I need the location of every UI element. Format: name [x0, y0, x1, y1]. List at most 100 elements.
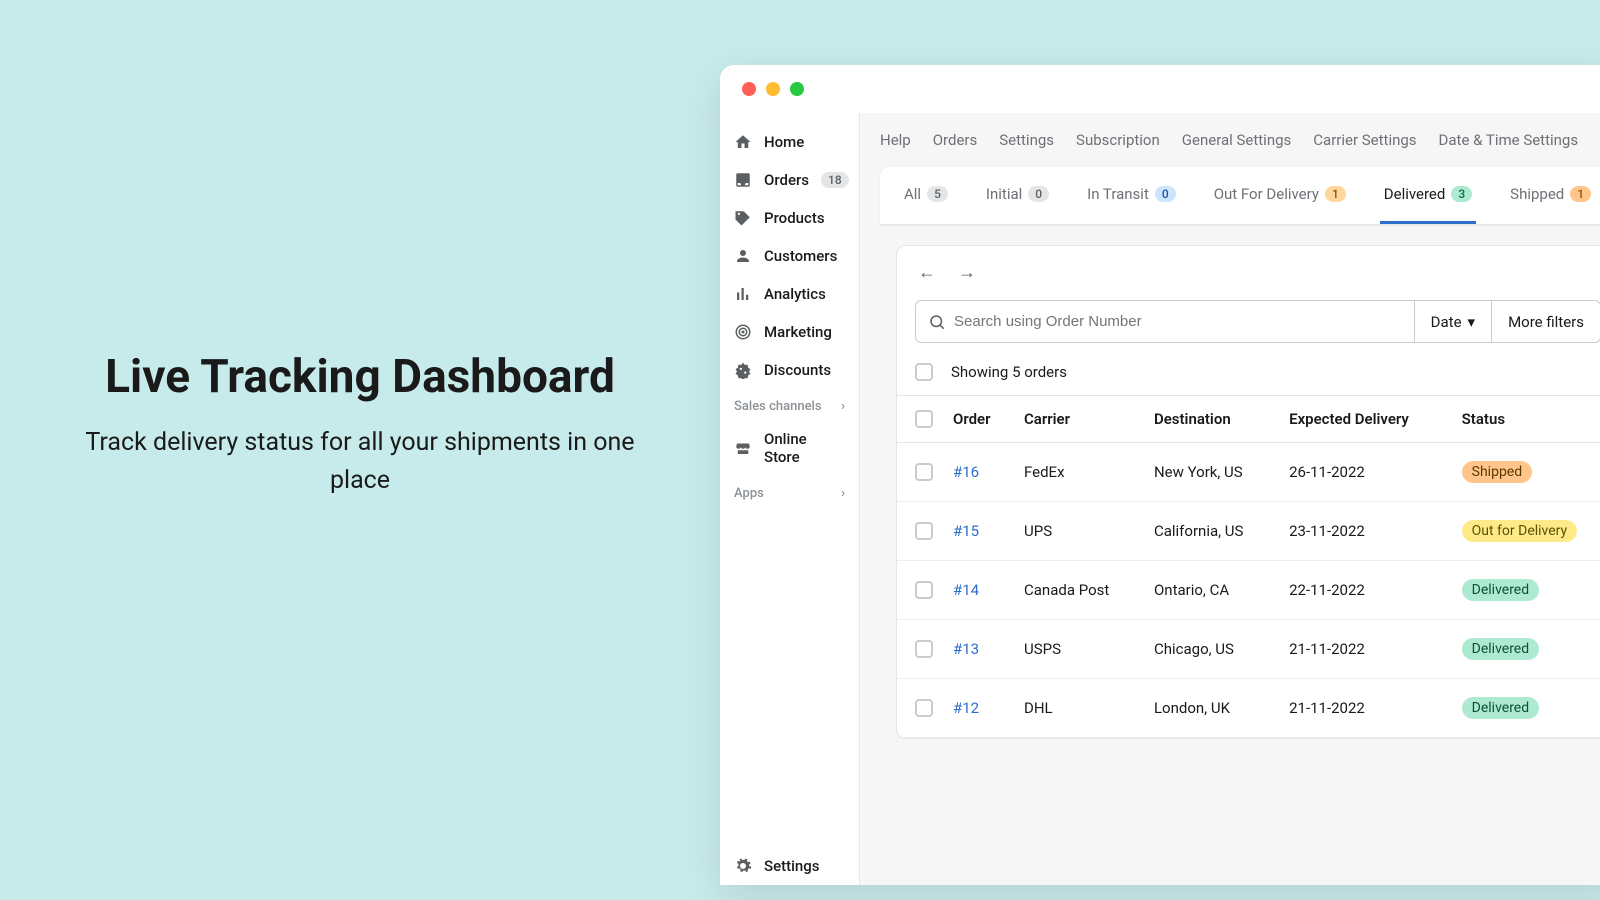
more-filters-button[interactable]: More filters: [1491, 301, 1600, 342]
table-row: #15UPSCalifornia, US23-11-2022Out for De…: [897, 502, 1600, 561]
tab-all[interactable]: All5: [900, 167, 952, 224]
sidebar-item-label: Customers: [764, 247, 837, 265]
sidebar-item-orders[interactable]: Orders 18: [720, 161, 859, 199]
order-link[interactable]: #14: [953, 581, 979, 599]
order-link[interactable]: #12: [953, 699, 979, 717]
date-filter-button[interactable]: Date ▾: [1414, 301, 1491, 342]
search-input[interactable]: [946, 301, 1402, 342]
topnav-item[interactable]: General Settings: [1182, 131, 1292, 149]
store-icon: [734, 439, 752, 457]
tab-count-badge: 0: [1028, 186, 1049, 202]
window-maximize-icon[interactable]: [790, 82, 804, 96]
row-checkbox[interactable]: [915, 699, 933, 717]
topnav-item[interactable]: Help: [880, 131, 911, 149]
sidebar-item-discounts[interactable]: Discounts: [720, 351, 859, 389]
tab-count-badge: 1: [1325, 186, 1346, 202]
eta-cell: 22-11-2022: [1279, 561, 1452, 620]
topnav-item[interactable]: Date & Time Settings: [1439, 131, 1579, 149]
topnav-item[interactable]: Subscription: [1076, 131, 1160, 149]
tab-delivered[interactable]: Delivered3: [1380, 167, 1476, 224]
sidebar-item-marketing[interactable]: Marketing: [720, 313, 859, 351]
tab-count-badge: 1: [1570, 186, 1591, 202]
sidebar-item-customers[interactable]: Customers: [720, 237, 859, 275]
row-checkbox[interactable]: [915, 463, 933, 481]
date-label: Date: [1431, 313, 1462, 331]
tab-in-transit[interactable]: In Transit0: [1083, 167, 1180, 224]
row-checkbox[interactable]: [915, 522, 933, 540]
sidebar-item-analytics[interactable]: Analytics: [720, 275, 859, 313]
sidebar-item-label: Marketing: [764, 323, 832, 341]
eta-cell: 23-11-2022: [1279, 502, 1452, 561]
sidebar-item-label: Home: [764, 133, 804, 151]
row-checkbox[interactable]: [915, 640, 933, 658]
order-link[interactable]: #15: [953, 522, 979, 540]
tab-count-badge: 5: [927, 186, 948, 202]
person-icon: [734, 247, 752, 265]
carrier-cell: UPS: [1014, 502, 1144, 561]
status-badge: Delivered: [1462, 697, 1539, 719]
tab-initial[interactable]: Initial0: [982, 167, 1053, 224]
topnav: Help Orders Settings Subscription General Se…: [860, 113, 1600, 167]
eta-cell: 21-11-2022: [1279, 679, 1452, 738]
topnav-item[interactable]: Orders: [933, 131, 978, 149]
tab-shipped[interactable]: Shipped1: [1506, 167, 1595, 224]
app-window: Home Orders 18 Products Customers Analyt…: [720, 65, 1600, 885]
main-content: Help Orders Settings Subscription General Se…: [860, 113, 1600, 885]
column-header: Order: [943, 396, 1014, 443]
destination-cell: Chicago, US: [1144, 620, 1279, 679]
target-icon: [734, 323, 752, 341]
caret-down-icon: ▾: [1468, 313, 1476, 331]
column-header: Expected Delivery: [1279, 396, 1452, 443]
select-all-checkbox[interactable]: [915, 363, 933, 381]
sidebar-section-apps[interactable]: Apps ›: [720, 476, 859, 507]
sidebar-item-products[interactable]: Products: [720, 199, 859, 237]
tab-out-for-delivery[interactable]: Out For Delivery1: [1210, 167, 1350, 224]
carrier-cell: FedEx: [1014, 443, 1144, 502]
bar-chart-icon: [734, 285, 752, 303]
destination-cell: London, UK: [1144, 679, 1279, 738]
hero-title: Live Tracking Dashboard: [60, 350, 660, 404]
inbox-icon: [734, 171, 752, 189]
status-badge: Out for Delivery: [1462, 520, 1578, 542]
sidebar-item-settings[interactable]: Settings: [720, 847, 859, 885]
prev-button[interactable]: ←: [915, 260, 939, 284]
search-row: Date ▾ More filters: [915, 300, 1600, 343]
sidebar-item-label: Settings: [764, 857, 820, 875]
sidebar-item-label: Online Store: [764, 430, 845, 466]
header-checkbox[interactable]: [915, 410, 933, 428]
row-checkbox[interactable]: [915, 581, 933, 599]
home-icon: [734, 133, 752, 151]
eta-cell: 21-11-2022: [1279, 620, 1452, 679]
column-header: Carrier: [1014, 396, 1144, 443]
order-link[interactable]: #13: [953, 640, 979, 658]
chevron-right-icon: ›: [841, 399, 845, 414]
carrier-cell: DHL: [1014, 679, 1144, 738]
carrier-cell: USPS: [1014, 620, 1144, 679]
sales-channels-label: Sales channels: [734, 399, 822, 414]
status-badge: Delivered: [1462, 579, 1539, 601]
status-badge: Delivered: [1462, 638, 1539, 660]
column-header: Destination: [1144, 396, 1279, 443]
tabs: All5 Initial0 In Transit0 Out For Delivery1…: [880, 167, 1600, 225]
window-minimize-icon[interactable]: [766, 82, 780, 96]
eta-cell: 26-11-2022: [1279, 443, 1452, 502]
sidebar-item-label: Analytics: [764, 285, 826, 303]
hero: Live Tracking Dashboard Track delivery s…: [60, 350, 660, 499]
sidebar-item-online-store[interactable]: Online Store: [720, 420, 859, 476]
titlebar: [720, 65, 1600, 113]
sidebar-item-label: Orders: [764, 171, 809, 189]
sidebar-item-home[interactable]: Home: [720, 123, 859, 161]
column-header: Status: [1452, 396, 1600, 443]
order-link[interactable]: #16: [953, 463, 979, 481]
sidebar-item-label: Products: [764, 209, 825, 227]
status-badge: Shipped: [1462, 461, 1532, 483]
orders-count-badge: 18: [821, 172, 849, 188]
sidebar-section-sales-channels[interactable]: Sales channels ›: [720, 389, 859, 420]
table-row: #14Canada PostOntario, CA22-11-2022Deliv…: [897, 561, 1600, 620]
topnav-item[interactable]: Carrier Settings: [1313, 131, 1416, 149]
next-button[interactable]: →: [955, 260, 979, 284]
tabs-card: All5 Initial0 In Transit0 Out For Delivery1…: [880, 167, 1600, 225]
window-close-icon[interactable]: [742, 82, 756, 96]
topnav-item[interactable]: Settings: [999, 131, 1054, 149]
carrier-cell: Canada Post: [1014, 561, 1144, 620]
